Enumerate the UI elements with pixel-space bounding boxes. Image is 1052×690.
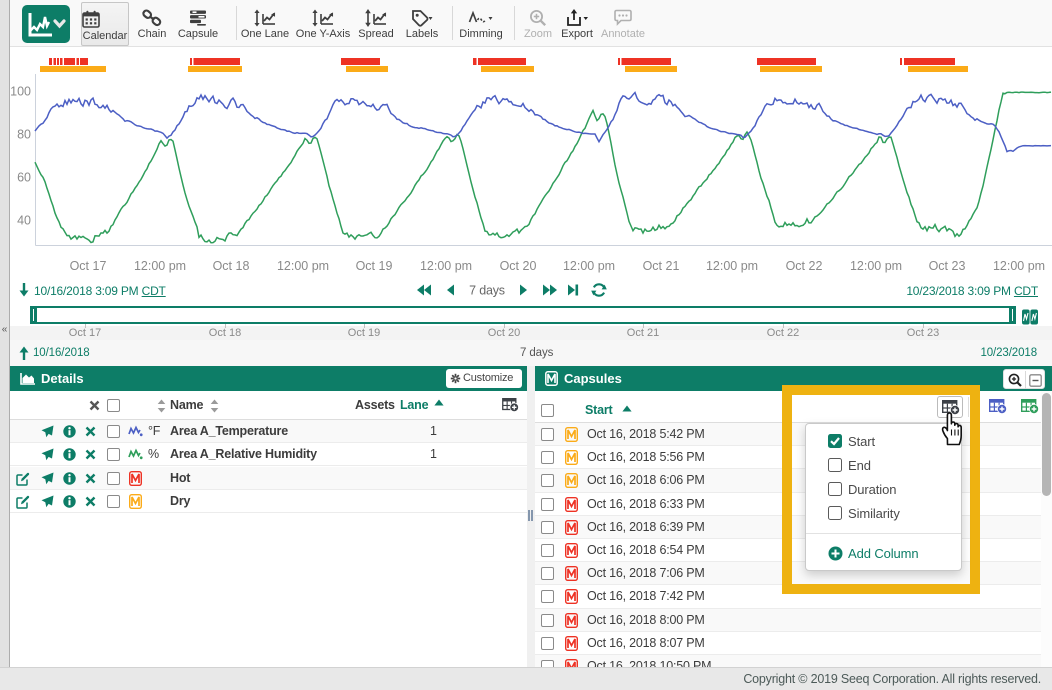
svg-text:12:00 pm: 12:00 pm [850, 259, 902, 273]
svg-text:12:00 pm: 12:00 pm [706, 259, 758, 273]
svg-text:12:00 pm: 12:00 pm [277, 259, 329, 273]
svg-text:Oct 21: Oct 21 [643, 259, 680, 273]
svg-text:100: 100 [10, 85, 31, 99]
svg-text:Oct 17: Oct 17 [70, 259, 107, 273]
svg-text:Oct 18: Oct 18 [213, 259, 250, 273]
svg-text:12:00 pm: 12:00 pm [993, 259, 1045, 273]
svg-text:Oct 22: Oct 22 [786, 259, 823, 273]
svg-text:12:00 pm: 12:00 pm [134, 259, 186, 273]
svg-text:60: 60 [17, 171, 31, 185]
svg-text:Oct 19: Oct 19 [356, 259, 393, 273]
svg-text:7 days: 7 days [469, 284, 505, 298]
svg-text:80: 80 [17, 128, 31, 142]
svg-text:12:00 pm: 12:00 pm [563, 259, 615, 273]
svg-text:12:00 pm: 12:00 pm [420, 259, 472, 273]
svg-text:Oct 20: Oct 20 [500, 259, 537, 273]
svg-text:Oct 23: Oct 23 [929, 259, 966, 273]
svg-text:40: 40 [17, 214, 31, 228]
